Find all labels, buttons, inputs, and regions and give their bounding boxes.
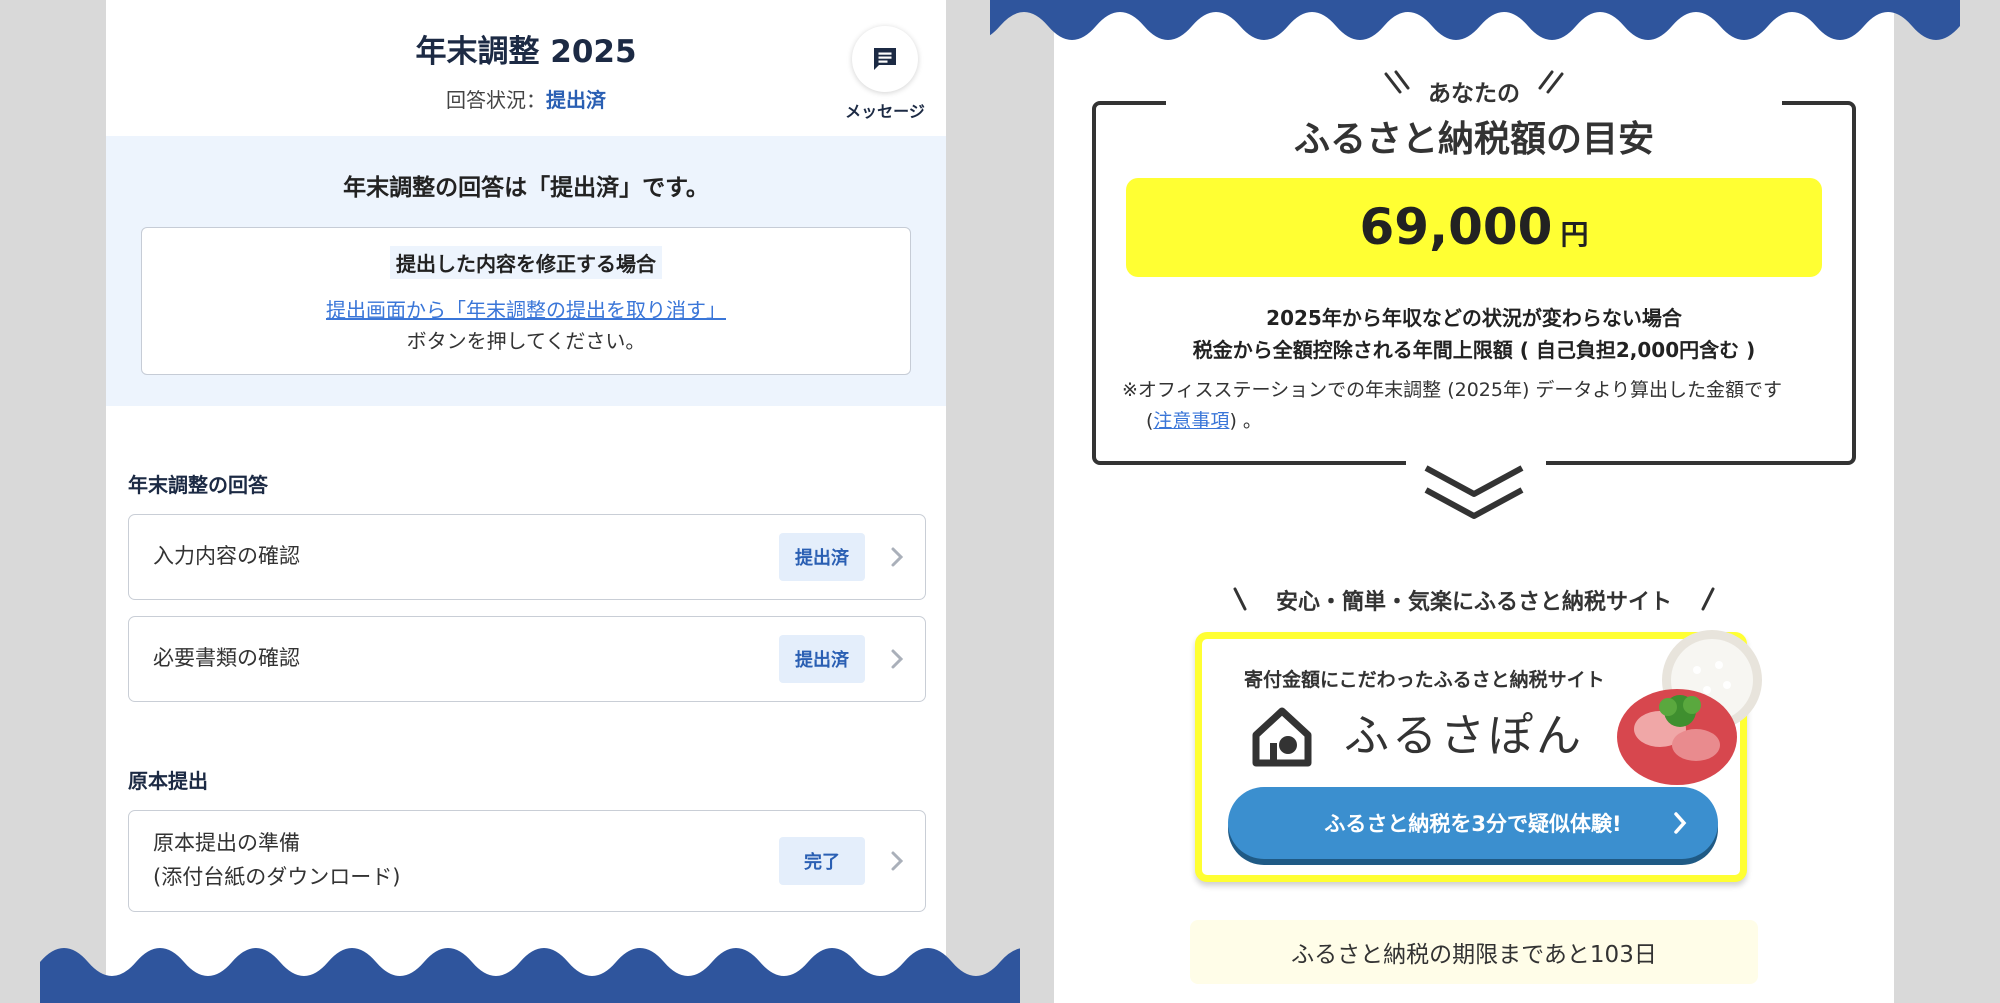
estimate-amount: 69,000 円 (1126, 178, 1822, 277)
row-label-line1: 原本提出の準備 (153, 831, 300, 855)
cancel-submission-link[interactable]: 提出画面から「年末調整の提出を取り消す」 (142, 294, 910, 323)
guidance-text: ボタンを押してください。 (406, 329, 646, 353)
condition-text-2: 税金から全額控除される年間上限額 ( 自己負担2,000円含む ) (1192, 338, 1756, 362)
message-icon (874, 48, 896, 70)
status-badge: 完了 (779, 837, 865, 885)
simulation-cta-button[interactable]: ふるさと納税を3分で疑似体験! (1228, 787, 1718, 859)
amount-value: 69,000 (1359, 198, 1553, 256)
status-badge: 提出済 (779, 533, 865, 581)
wagyu-beef-image (1617, 689, 1737, 785)
status-label: 回答状況： (446, 88, 546, 112)
nenmatsu-panel: 年末調整 2025 回答状況：提出済 メッセージ 年末調整の回答は「提出済」です… (106, 0, 946, 1003)
condition-text-1: 2025年から年収などの状況が変わらない場合 (1266, 306, 1682, 330)
double-chevron-down-icon (1424, 465, 1524, 519)
amount-unit: 円 (1560, 218, 1589, 251)
page-title: 年末調整 2025 (415, 34, 637, 70)
panel-header: 年末調整 2025 回答状況：提出済 メッセージ (106, 0, 946, 136)
caution-link[interactable]: 注意事項 (1153, 410, 1229, 432)
row-label-line2: (添付台紙のダウンロード) (153, 865, 401, 889)
estimate-title: ふるさと納税額の目安 (1293, 119, 1654, 160)
caution-note: (注意事項) 。 (1146, 410, 1262, 432)
answer-status: 回答状況：提出済 (106, 84, 946, 113)
furusapon-banner[interactable]: 寄付金額にこだわったふるさと納税サイト ふるさぽん ふるさと納税を3分で疑似体験… (1195, 630, 1762, 882)
estimate-pretitle: あなたの (1428, 81, 1520, 107)
deadline-countdown: ふるさと納税の期限まであと103日 (1190, 920, 1758, 984)
guidance-title: 提出した内容を修正する場合 (390, 246, 662, 279)
row-label: 必要書類の確認 (153, 646, 300, 670)
row-documents-confirmation[interactable]: 必要書類の確認 提出済 (128, 616, 926, 702)
brand-name: ふるさぽん (1344, 709, 1585, 762)
furusapon-logo-icon (1252, 707, 1312, 767)
chevron-right-icon (885, 545, 909, 569)
wave-divider-top (990, 0, 1960, 40)
furusato-panel: あなたの ふるさと納税額の目安 69,000 円 2025年から年収などの状況が… (1054, 0, 1894, 1003)
chevron-right-icon (885, 849, 909, 873)
banner-subtitle: 寄付金額にこだわったふるさと納税サイト (1244, 669, 1605, 691)
message-label[interactable]: メッセージ (830, 98, 940, 122)
row-label: 入力内容の確認 (153, 544, 300, 568)
notice-heading: 年末調整の回答は「提出済」です。 (343, 175, 709, 201)
edit-guidance-box: 提出した内容を修正する場合 提出画面から「年末調整の提出を取り消す」 ボタンを押… (141, 227, 911, 375)
status-badge: 提出済 (779, 635, 865, 683)
section-heading-answers: 年末調整の回答 (128, 473, 268, 497)
cta-label: ふるさと納税を3分で疑似体験! (1324, 812, 1622, 836)
calculation-note: ※オフィスステーションでの年末調整 (2025年) データより算出した金額です (1122, 379, 1783, 401)
section-heading-originals: 原本提出 (128, 769, 208, 793)
chevron-right-icon (885, 647, 909, 671)
promo-tagline: 安心・簡単・気楽にふるさと納税サイト (1275, 590, 1672, 615)
wave-divider-bottom (40, 948, 1020, 1003)
row-input-confirmation[interactable]: 入力内容の確認 提出済 (128, 514, 926, 600)
row-original-preparation[interactable]: 原本提出の準備 (添付台紙のダウンロード) 完了 (128, 810, 926, 912)
message-button[interactable] (852, 26, 918, 92)
chevron-right-icon (1674, 812, 1687, 834)
status-value: 提出済 (546, 88, 606, 112)
